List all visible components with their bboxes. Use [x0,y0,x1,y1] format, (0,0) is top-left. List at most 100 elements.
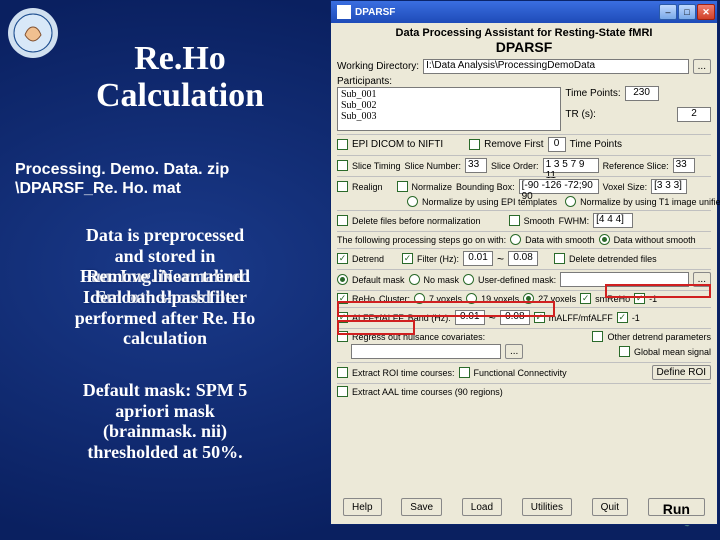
other-detrend-checkbox[interactable] [592,331,603,342]
highlight-default-mask [337,320,415,335]
normalize-t1-label: Normalize by using T1 image unified segm… [580,197,720,207]
load-button[interactable]: Load [462,498,502,516]
tilde-icon: ~ [497,252,504,266]
filter-label: Filter (Hz): [417,254,459,264]
filter-low-input[interactable]: 0.01 [463,251,493,266]
functional-connectivity-checkbox[interactable] [459,367,470,378]
description-paragraph: Data is preprocessed and stored in Fun. … [15,225,315,349]
smooth-checkbox[interactable] [509,215,520,226]
voxel-size-input[interactable]: [3 3 3] [651,179,687,194]
participants-label: Participants: [337,76,561,87]
file-path-2: \DPARSF_Re. Ho. mat [15,179,229,198]
smreho-checkbox[interactable] [580,293,591,304]
time-points-input[interactable]: 230 [625,86,659,101]
fwhm-input[interactable]: [4 4 4] [593,213,633,228]
maximize-button[interactable]: □ [678,4,696,20]
data-without-smooth-label: Data without smooth [614,235,696,245]
default-mask-radio[interactable] [337,274,348,285]
help-button[interactable]: Help [343,498,382,516]
slice-order-label: Slice Order: [491,161,539,171]
extract-roi-label: Extract ROI time courses: [352,368,455,378]
tr-input[interactable]: 2 [677,107,711,122]
realign-label: Realign [352,182,383,192]
smooth-label: Smooth [524,216,555,226]
time-points-label: Time Points: [565,88,620,99]
bounding-box-input[interactable]: [-90 -126 -72;90 90 [519,179,599,194]
normalize-epi-label: Normalize by using EPI templates [422,197,557,207]
save-button[interactable]: Save [401,498,442,516]
quit-button[interactable]: Quit [592,498,628,516]
nuisance-input[interactable] [351,344,501,359]
alff-m1-checkbox[interactable] [617,312,628,323]
normalize-epi-radio[interactable] [407,196,418,207]
other-detrend-label: Other detrend parameters [607,332,711,342]
app-icon [337,5,351,19]
minimize-button[interactable]: – [659,4,677,20]
define-roi-button[interactable]: Define ROI [652,365,711,380]
user-mask-label: User-defined mask: [478,275,556,285]
participants-list[interactable]: Sub_001 Sub_002 Sub_003 [337,87,561,131]
delete-before-norm-checkbox[interactable] [337,215,348,226]
highlight-detrend-filter [337,301,555,317]
default-mask-label: Default mask [352,275,405,285]
tr-label: TR (s): [565,109,596,120]
no-mask-label: No mask [424,275,460,285]
header-subtitle: Data Processing Assistant for Resting-St… [337,27,711,39]
delete-before-norm-label: Delete files before normalization [352,216,481,226]
slice-number-input[interactable]: 33 [465,158,487,173]
normalize-t1-radio[interactable] [565,196,576,207]
titlebar[interactable]: DPARSF – □ ✕ [331,1,717,23]
detrend-checkbox[interactable] [337,253,348,264]
delete-detrended-label: Delete detrended files [569,254,657,264]
voxel-size-label: Voxel Size: [603,182,648,192]
data-without-smooth-radio[interactable] [599,234,610,245]
normalize-label: Normalize [412,182,453,192]
mask-line: (brainmask. nii) [15,421,315,442]
user-mask-radio[interactable] [463,274,474,285]
desc-line: performed after Re. Ho [15,308,315,329]
data-with-smooth-radio[interactable] [510,234,521,245]
working-dir-browse-button[interactable]: ... [693,59,711,74]
highlight-data-without-smooth [605,284,711,298]
ref-slice-input[interactable]: 33 [673,158,695,173]
remove-first-checkbox[interactable] [469,139,480,150]
no-mask-radio[interactable] [409,274,420,285]
extract-roi-checkbox[interactable] [337,367,348,378]
remove-first-input[interactable]: 0 [548,137,566,152]
detrend-label: Detrend [352,254,384,264]
delete-detrended-checkbox[interactable] [554,253,565,264]
malff-label: mALFF/mfALFF [549,313,613,323]
run-button[interactable]: Run [648,498,705,516]
mask-line: thresholded at 50%. [15,442,315,463]
ref-slice-label: Reference Slice: [603,161,669,171]
file-path-block: Processing. Demo. Data. zip \DPARSF_Re. … [15,160,229,198]
data-with-smooth-label: Data with smooth [525,235,595,245]
desc-overlap: Remove linear trend [15,266,315,287]
working-dir-label: Working Directory: [337,61,419,72]
slide-title: Re.Ho Calculation [40,40,320,115]
remove-first-label: Remove First [484,139,543,150]
close-button[interactable]: ✕ [697,4,715,20]
nuisance-browse-button[interactable]: ... [505,344,523,359]
global-mean-checkbox[interactable] [619,346,630,357]
header: Data Processing Assistant for Resting-St… [331,23,717,57]
slice-timing-label: Slice Timing [352,161,401,171]
realign-checkbox[interactable] [337,181,348,192]
epi-dicom-checkbox[interactable] [337,139,348,150]
slice-timing-checkbox[interactable] [337,160,348,171]
slice-order-input[interactable]: 1 3 5 7 9 11 [543,158,599,173]
working-dir-input[interactable]: I:\Data Analysis\ProcessingDemoData [423,59,689,74]
extract-aal-checkbox[interactable] [337,386,348,397]
slice-number-label: Slice Number: [405,161,462,171]
utilities-button[interactable]: Utilities [522,498,572,516]
title-line-2: Calculation [40,77,320,114]
window-title: DPARSF [355,7,659,18]
filter-high-input[interactable]: 0.08 [508,251,538,266]
desc-overlap: Ideal band-pass filter [15,287,315,308]
filter-checkbox[interactable] [402,253,413,264]
title-line-1: Re.Ho [40,40,320,77]
normalize-checkbox[interactable] [397,181,408,192]
global-mean-label: Global mean signal [634,347,711,357]
file-path-1: Processing. Demo. Data. zip [15,160,229,179]
remove-first-suffix: Time Points [570,139,622,150]
